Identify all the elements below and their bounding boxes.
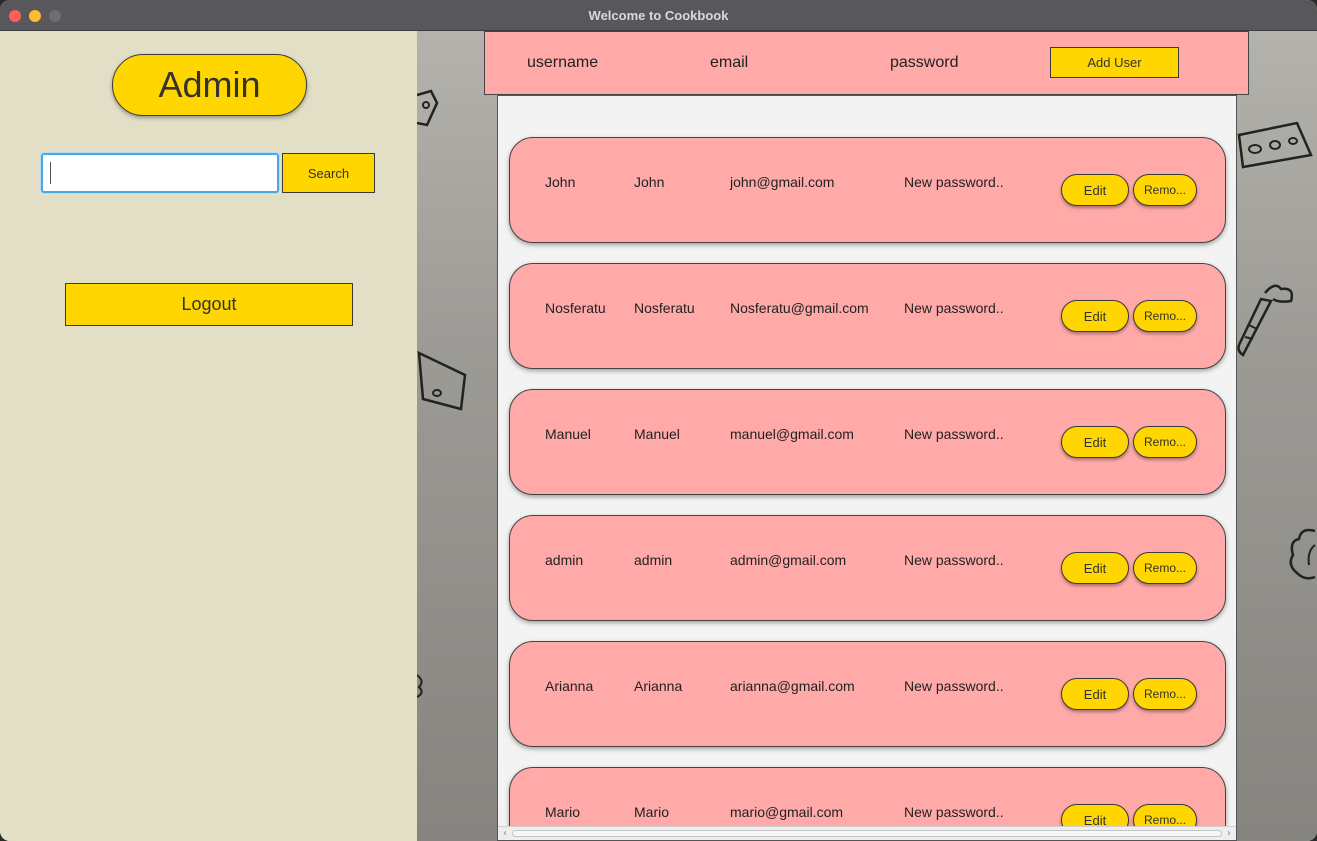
user-name: Arianna xyxy=(545,678,594,694)
edit-user-button[interactable]: Edit xyxy=(1061,552,1129,584)
window-title: Welcome to Cookbook xyxy=(588,8,729,23)
user-email: john@gmail.com xyxy=(730,174,835,190)
cheese-doodle-icon xyxy=(417,89,439,127)
user-password[interactable]: New password.. xyxy=(904,426,1004,442)
user-password[interactable]: New password.. xyxy=(904,552,1004,568)
carrot-doodle-icon xyxy=(1237,284,1294,357)
user-card: Nosferatu Nosferatu Nosferatu@gmail.com … xyxy=(509,263,1226,369)
user-email: mario@gmail.com xyxy=(730,804,844,820)
user-email: Nosferatu@gmail.com xyxy=(730,300,869,316)
remove-user-button[interactable]: Remo... xyxy=(1133,174,1197,206)
user-card: Arianna Arianna arianna@gmail.com New pa… xyxy=(509,641,1226,747)
horizontal-scrollbar[interactable]: ‹ › xyxy=(498,826,1236,840)
column-header-bar: username email password Add User xyxy=(484,31,1249,95)
user-card: admin admin admin@gmail.com New password… xyxy=(509,515,1226,621)
cheese-doodle-icon xyxy=(417,674,423,698)
user-username: Manuel xyxy=(634,426,680,442)
user-email: admin@gmail.com xyxy=(730,552,847,568)
scroll-right-icon[interactable]: › xyxy=(1222,827,1236,840)
add-user-button[interactable]: Add User xyxy=(1050,47,1179,78)
remove-user-button[interactable]: Remo... xyxy=(1133,300,1197,332)
scroll-left-icon[interactable]: ‹ xyxy=(498,827,512,840)
remove-user-button[interactable]: Remo... xyxy=(1133,678,1197,710)
search-input[interactable] xyxy=(41,153,279,193)
edit-user-button[interactable]: Edit xyxy=(1061,426,1129,458)
remove-user-button[interactable]: Remo... xyxy=(1133,552,1197,584)
user-name: Manuel xyxy=(545,426,591,442)
user-username: Arianna xyxy=(634,678,683,694)
remove-user-button[interactable]: Remo... xyxy=(1133,426,1197,458)
admin-badge: Admin xyxy=(112,54,307,116)
username-column-header: username xyxy=(527,54,599,71)
user-username: admin xyxy=(634,552,673,568)
sidebar: Admin Search Logout xyxy=(0,31,417,841)
user-email: manuel@gmail.com xyxy=(730,426,854,442)
cheese-doodle-icon xyxy=(417,350,467,411)
search-button[interactable]: Search xyxy=(282,153,375,193)
lettuce-doodle-icon xyxy=(1289,528,1316,580)
user-username: Mario xyxy=(634,804,670,820)
email-column-header: email xyxy=(710,54,749,71)
user-name: admin xyxy=(545,552,584,568)
user-list[interactable]: John John john@gmail.com New password.. … xyxy=(497,95,1237,841)
app-window: Welcome to Cookbook Admin Search Logout xyxy=(0,0,1317,841)
user-name: John xyxy=(545,174,576,190)
edit-user-button[interactable]: Edit xyxy=(1061,174,1129,206)
logout-button[interactable]: Logout xyxy=(65,283,353,326)
user-name: Nosferatu xyxy=(545,300,606,316)
user-password[interactable]: New password.. xyxy=(904,678,1004,694)
main-content: username email password Add User John Jo… xyxy=(417,31,1317,841)
user-name: Mario xyxy=(545,804,581,820)
edit-user-button[interactable]: Edit xyxy=(1061,300,1129,332)
text-caret xyxy=(50,162,51,184)
user-email: arianna@gmail.com xyxy=(730,678,855,694)
user-password[interactable]: New password.. xyxy=(904,804,1004,820)
user-card: John John john@gmail.com New password.. … xyxy=(509,137,1226,243)
password-column-header: password xyxy=(890,54,959,71)
user-card: Manuel Manuel manuel@gmail.com New passw… xyxy=(509,389,1226,495)
cheese-doodle-icon xyxy=(1237,121,1313,169)
scrollbar-thumb[interactable] xyxy=(512,830,1222,837)
user-password[interactable]: New password.. xyxy=(904,300,1004,316)
user-username: Nosferatu xyxy=(634,300,695,316)
title-bar: Welcome to Cookbook xyxy=(0,0,1317,31)
user-password[interactable]: New password.. xyxy=(904,174,1004,190)
edit-user-button[interactable]: Edit xyxy=(1061,678,1129,710)
user-username: John xyxy=(634,174,665,190)
